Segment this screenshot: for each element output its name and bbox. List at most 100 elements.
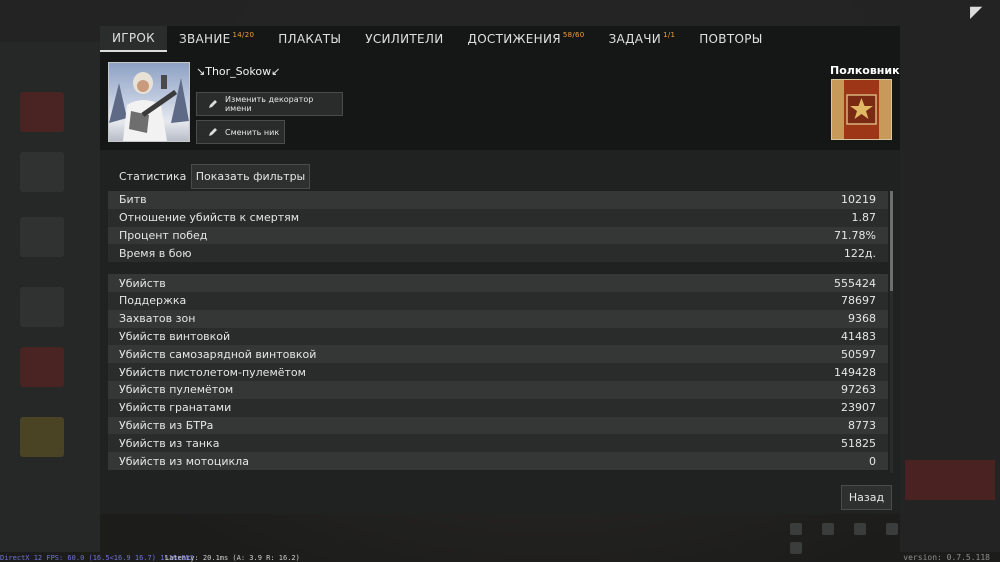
tab-achievements[interactable]: ДОСТИЖЕНИЯ 58/60 (456, 26, 597, 52)
tab-posters[interactable]: ПЛАКАТЫ (266, 26, 353, 52)
stats-row: Убийств пулемётом 97263 (108, 380, 888, 399)
stat-value: 122д. (843, 246, 876, 260)
pencil-icon (208, 100, 217, 108)
stats-row: Поддержка 78697 (108, 291, 888, 310)
tab-label: ИГРОК (112, 31, 155, 45)
tab-label: ПЛАКАТЫ (278, 32, 342, 46)
rank-name: Полковник (830, 64, 900, 77)
stats-row: Убийств из мотоцикла 0 (108, 452, 888, 470)
stat-value: 0 (869, 454, 876, 468)
stat-label: Убийств винтовкой (119, 329, 231, 343)
background-tile (20, 417, 64, 457)
rank-badge[interactable] (831, 79, 892, 140)
latency-readout: Latency: 20.1ms (A: 3.9 R: 16.2) (165, 554, 300, 562)
stat-value: 555424 (834, 276, 876, 290)
tab-boosters[interactable]: УСИЛИТЕЛИ (353, 26, 455, 52)
tab-bar: ИГРОК ЗВАНИЕ 14/20 ПЛАКАТЫ УСИЛИТЕЛИ ДОСТ… (100, 26, 900, 52)
show-filters-button[interactable]: Показать фильтры (191, 164, 310, 189)
decorator-left-icon: ↘ (196, 65, 206, 78)
version-label: version: 0.7.5.118 (903, 553, 990, 562)
stat-value: 23907 (841, 401, 876, 415)
button-label: Показать фильтры (195, 170, 306, 183)
avatar[interactable] (108, 62, 190, 142)
stat-value: 9368 (848, 312, 876, 326)
stats-row: Процент побед 71.78% (108, 226, 888, 245)
stat-label: Поддержка (119, 294, 187, 308)
tab-rank[interactable]: ЗВАНИЕ 14/20 (167, 26, 266, 52)
group-separator (108, 262, 888, 274)
stat-label: Убийств гранатами (119, 401, 232, 415)
player-profile-dialog: ИГРОК ЗВАНИЕ 14/20 ПЛАКАТЫ УСИЛИТЕЛИ ДОСТ… (100, 26, 900, 514)
background-tile (20, 217, 64, 257)
decorator-right-icon: ↙ (271, 65, 281, 78)
stats-row: Отношение убийств к смертям 1.87 (108, 208, 888, 227)
button-label: Сменить ник (225, 127, 280, 137)
stats-group-kills: Убийств 555424 Поддержка 78697 Захватов зон 9… (108, 274, 888, 470)
stat-value: 78697 (841, 294, 876, 308)
stat-value: 41483 (841, 329, 876, 343)
stats-row: Убийств пистолетом-пулемётом 149428 (108, 363, 888, 381)
tab-label: ПОВТОРЫ (699, 32, 763, 46)
stat-label: Убийств (119, 276, 166, 290)
background-play-button (905, 460, 995, 500)
stat-value: 149428 (834, 365, 876, 379)
stat-value: 51825 (841, 436, 876, 450)
stats-row: Убийств винтовкой 41483 (108, 327, 888, 346)
scrollbar-thumb[interactable] (890, 191, 893, 291)
background-tile (20, 152, 64, 192)
background-tile (20, 287, 64, 327)
stat-value: 71.78% (834, 228, 876, 242)
tab-badge: 58/60 (562, 31, 585, 39)
soldier-avatar-icon (109, 72, 189, 141)
button-label: Назад (848, 491, 885, 504)
tab-badge: 1/1 (663, 31, 676, 39)
tab-tasks[interactable]: ЗАДАЧИ 1/1 (597, 26, 688, 52)
tab-player[interactable]: ИГРОК (100, 26, 167, 52)
stats-row: Время в бою 122д. (108, 244, 888, 263)
statistics-panel: Статистика Показать фильтры Битв 10219 Отн… (100, 150, 900, 514)
tab-label: ЗВАНИЕ (179, 32, 231, 46)
tab-label: УСИЛИТЕЛИ (365, 32, 444, 46)
stat-label: Убийств из мотоцикла (119, 454, 249, 468)
stat-label: Битв (119, 193, 147, 207)
change-nick-button[interactable]: Сменить ник (196, 120, 285, 144)
stat-label: Убийств пулемётом (119, 383, 234, 397)
stats-row: Захватов зон 9368 (108, 309, 888, 328)
tab-badge: 14/20 (232, 31, 255, 39)
stats-row: Убийств самозарядной винтовкой 50597 (108, 345, 888, 364)
back-button[interactable]: Назад (841, 485, 892, 510)
statistics-title: Статистика (119, 170, 187, 183)
stat-value: 10219 (841, 193, 876, 207)
stat-value: 1.87 (851, 211, 877, 225)
change-decorator-button[interactable]: Изменить декоратор имени (196, 92, 343, 116)
tab-label: ДОСТИЖЕНИЯ (467, 32, 561, 46)
stat-label: Захватов зон (119, 312, 196, 326)
stat-label: Убийств из танка (119, 436, 220, 450)
background-tile (20, 92, 64, 132)
stat-value: 97263 (841, 383, 876, 397)
stats-row: Убийств гранатами 23907 (108, 398, 888, 417)
stats-row: Битв 10219 (108, 191, 888, 209)
stats-row: Убийств из БТРа 8773 (108, 416, 888, 435)
stat-label: Процент побед (119, 228, 208, 242)
background-icon-strip (790, 520, 940, 554)
player-nickname: ↘Thor_Sokow↙ (196, 65, 280, 78)
stat-label: Убийств из БТРа (119, 418, 214, 432)
mouse-cursor-icon: ◤ (970, 2, 983, 21)
stats-row: Убийств из танка 51825 (108, 434, 888, 453)
stats-table: Битв 10219 Отношение убийств к смертям 1.87… (108, 191, 888, 470)
stat-label: Убийств самозарядной винтовкой (119, 347, 317, 361)
tab-label: ЗАДАЧИ (608, 32, 662, 46)
stat-label: Время в бою (119, 246, 192, 260)
stat-label: Убийств пистолетом-пулемётом (119, 365, 306, 379)
tab-replays[interactable]: ПОВТОРЫ (687, 26, 774, 52)
background-left-panel (0, 42, 100, 552)
stat-label: Отношение убийств к смертям (119, 211, 300, 225)
button-label: Изменить декоратор имени (224, 95, 314, 113)
stat-value: 8773 (848, 418, 876, 432)
stats-row: Убийств 555424 (108, 274, 888, 292)
background-tile (20, 347, 64, 387)
rank-star-icon (832, 80, 891, 139)
pencil-icon (209, 128, 217, 136)
profile-header: ↘Thor_Sokow↙ Изменить декоратор имени См… (100, 52, 900, 146)
